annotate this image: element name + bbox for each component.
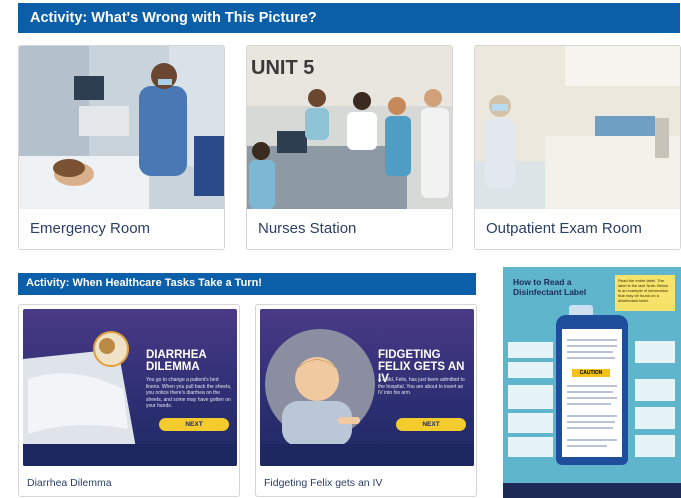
card-caption[interactable]: Emergency Room xyxy=(30,220,150,237)
poster-callout-lines xyxy=(508,339,675,457)
slide-text: A child, Felix, has just been admitted t… xyxy=(378,377,465,396)
activity-banner-top: Activity: What's Wrong with This Picture… xyxy=(18,3,680,33)
diarrhea-dilemma-slide: DIARRHEA DILEMMA You go to change a pati… xyxy=(23,309,237,466)
card-emergency-room[interactable]: Emergency Room xyxy=(18,45,225,250)
poster-footer xyxy=(503,483,681,498)
next-button[interactable]: NEXT xyxy=(159,418,229,431)
card-nurses-station[interactable]: UNIT 5 Nurses Station xyxy=(246,45,453,250)
next-button[interactable]: NEXT xyxy=(396,418,466,431)
activity-banner-healthcare-tasks: Activity: When Healthcare Tasks Take a T… xyxy=(18,273,476,295)
unit-sign: UNIT 5 xyxy=(251,57,314,79)
card-outpatient-exam-room[interactable]: Outpatient Exam Room xyxy=(474,45,681,250)
card-caption[interactable]: Nurses Station xyxy=(258,220,356,237)
card-diarrhea-dilemma[interactable]: DIARRHEA DILEMMA You go to change a pati… xyxy=(18,304,240,497)
slide-text: You go to change a patient's bed linens.… xyxy=(146,377,232,409)
disinfectant-label-poster[interactable]: How to Read a Disinfectant Label Read th… xyxy=(503,267,681,498)
nurses-station-image: UNIT 5 xyxy=(247,46,452,209)
slide-title: DIARRHEA DILEMMA xyxy=(146,349,207,373)
card-caption[interactable]: Diarrhea Dilemma xyxy=(27,477,112,489)
outpatient-exam-room-image xyxy=(475,46,680,209)
emergency-room-image xyxy=(19,46,224,209)
fidgeting-felix-slide: FIDGETING FELIX GETS AN IV A child, Feli… xyxy=(260,309,474,466)
card-fidgeting-felix[interactable]: FIDGETING FELIX GETS AN IV A child, Feli… xyxy=(255,304,477,497)
card-caption[interactable]: Outpatient Exam Room xyxy=(486,220,642,237)
card-caption[interactable]: Fidgeting Felix gets an IV xyxy=(264,477,382,489)
